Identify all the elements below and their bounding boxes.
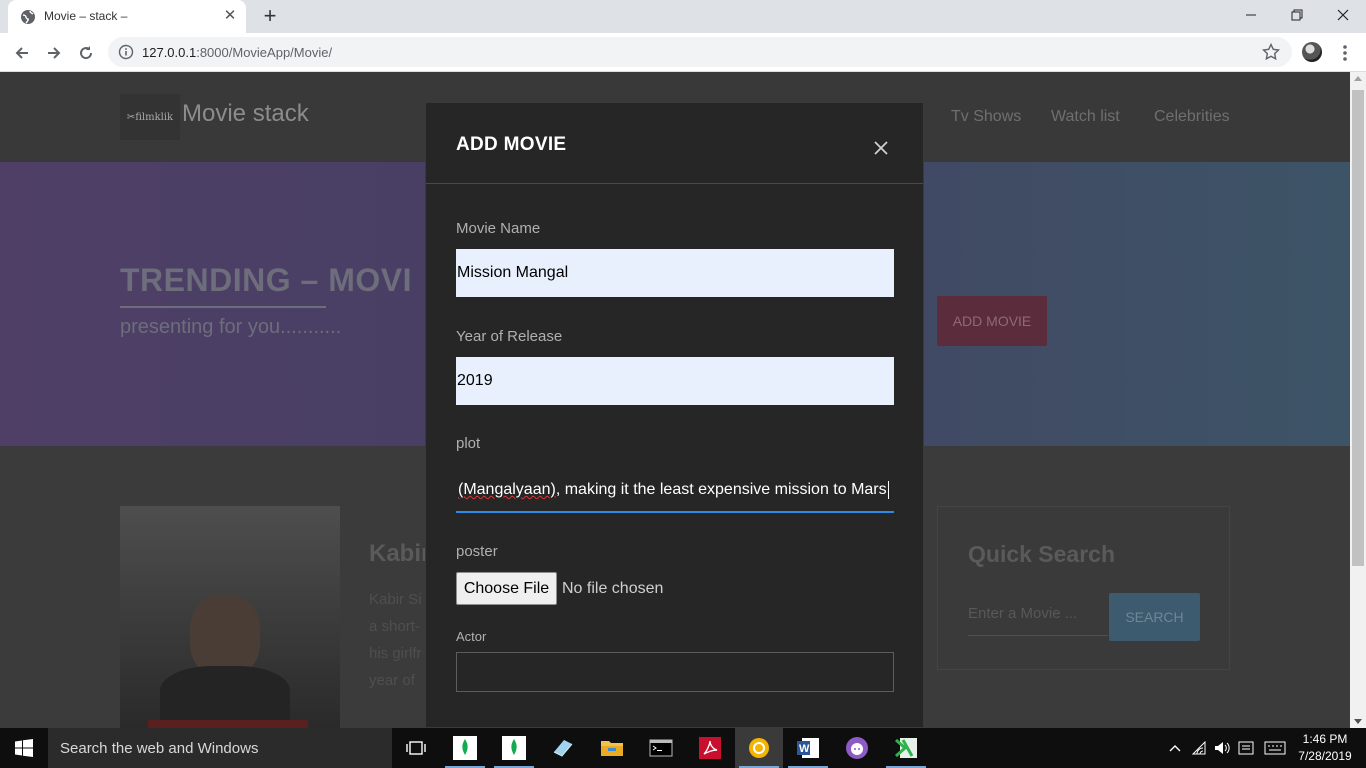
- mongodb-icon[interactable]: [441, 728, 489, 768]
- new-tab-icon[interactable]: +: [258, 4, 282, 28]
- notifications-icon[interactable]: [1236, 738, 1256, 758]
- site-title[interactable]: Movie stack: [182, 100, 309, 128]
- tray-chevron-icon[interactable]: [1166, 738, 1184, 758]
- hero-underline: [120, 306, 326, 308]
- text-caret: [887, 481, 889, 499]
- reload-icon[interactable]: [74, 41, 98, 65]
- bookmark-star-icon[interactable]: [1262, 43, 1280, 61]
- tab-close-icon[interactable]: ✕: [222, 7, 238, 25]
- movie-description: Kabir Si a short- his girlfr year of: [369, 591, 422, 689]
- movie-title[interactable]: Kabir: [369, 540, 430, 568]
- quick-search-title: Quick Search: [968, 541, 1116, 567]
- excel-icon[interactable]: [882, 728, 930, 768]
- svg-text:W: W: [799, 743, 810, 755]
- movie-name-label: Movie Name: [456, 220, 541, 237]
- app-icon[interactable]: [539, 728, 587, 768]
- url-text: 127.0.0.1:8000/MovieApp/Movie/: [142, 45, 333, 60]
- search-button[interactable]: SEARCH: [1109, 593, 1200, 641]
- github-desktop-icon[interactable]: [833, 728, 881, 768]
- forward-icon[interactable]: [42, 41, 66, 65]
- site-logo[interactable]: ✂ filmklik: [120, 94, 180, 140]
- modal-title: ADD MOVIE: [456, 134, 567, 155]
- choose-file-button[interactable]: Choose File: [456, 572, 557, 605]
- file-status: No file chosen: [562, 580, 664, 597]
- close-window-icon[interactable]: [1320, 0, 1366, 30]
- scroll-down-icon[interactable]: [1354, 719, 1362, 724]
- plot-text: , making it the least expensive mission …: [555, 481, 887, 498]
- address-bar[interactable]: 127.0.0.1:8000/MovieApp/Movie/: [108, 37, 1292, 67]
- year-label: Year of Release: [456, 328, 563, 345]
- profile-avatar[interactable]: [1302, 42, 1322, 62]
- plot-misspelled-word: (Mangalyaan): [458, 481, 556, 498]
- plot-label: plot: [456, 435, 481, 452]
- tab-title: Movie – stack –: [44, 9, 128, 23]
- info-icon[interactable]: [118, 44, 134, 60]
- restore-icon[interactable]: [1274, 0, 1320, 30]
- hero-title: TRENDING – MOVI: [120, 262, 412, 298]
- command-prompt-icon[interactable]: [637, 728, 685, 768]
- hero-subtitle: presenting for you...........: [120, 316, 342, 338]
- taskbar-clock[interactable]: 1:46 PM 7/28/2019: [1290, 731, 1360, 765]
- nav-celebrities[interactable]: Celebrities: [1154, 108, 1230, 126]
- poster-label: poster: [456, 543, 498, 560]
- movie-poster-image[interactable]: [120, 506, 340, 728]
- quick-search-input[interactable]: Enter a Movie ...: [968, 605, 1077, 622]
- word-icon[interactable]: W: [784, 728, 832, 768]
- back-icon[interactable]: [10, 41, 34, 65]
- volume-icon[interactable]: [1213, 738, 1233, 758]
- browser-tab-strip: Movie – stack – ✕ +: [0, 0, 1366, 33]
- windows-taskbar: Search the web and Windows W 1:46 PM 7/2…: [0, 728, 1366, 768]
- browser-toolbar: 127.0.0.1:8000/MovieApp/Movie/: [0, 33, 1366, 72]
- task-view-icon[interactable]: [392, 728, 440, 768]
- wifi-icon[interactable]: [1190, 738, 1212, 758]
- file-explorer-icon[interactable]: [588, 728, 636, 768]
- minimize-icon[interactable]: [1228, 0, 1274, 30]
- actor-label: Actor: [456, 629, 487, 644]
- add-movie-modal: ADD MOVIE Movie Name Mission Mangal Year…: [425, 102, 924, 728]
- actor-input[interactable]: [456, 652, 894, 692]
- globe-icon: [21, 10, 35, 24]
- windows-start-icon[interactable]: [0, 728, 48, 768]
- modal-header: ADD MOVIE: [426, 103, 923, 184]
- scroll-thumb[interactable]: [1352, 90, 1364, 566]
- browser-tab[interactable]: Movie – stack – ✕: [8, 0, 246, 33]
- mongodb-compass-icon[interactable]: [490, 728, 538, 768]
- chrome-icon[interactable]: [735, 728, 783, 768]
- add-movie-button[interactable]: ADD MOVIE: [937, 296, 1047, 346]
- nav-watch-list[interactable]: Watch list: [1051, 108, 1120, 126]
- plot-input[interactable]: (Mangalyaan), making it the least expens…: [456, 469, 894, 513]
- menu-kebab-icon[interactable]: [1337, 43, 1353, 63]
- page-scrollbar[interactable]: [1350, 72, 1366, 728]
- keyboard-icon[interactable]: [1262, 738, 1288, 758]
- acrobat-reader-icon[interactable]: [686, 728, 734, 768]
- taskbar-search-box[interactable]: Search the web and Windows: [48, 728, 392, 768]
- scroll-up-icon[interactable]: [1354, 76, 1362, 81]
- nav-tv-shows[interactable]: Tv Shows: [951, 108, 1021, 126]
- year-input[interactable]: 2019: [456, 357, 894, 405]
- movie-name-input[interactable]: Mission Mangal: [456, 249, 894, 297]
- close-icon[interactable]: [872, 139, 890, 157]
- quick-search-panel: Quick Search Enter a Movie ... SEARCH: [937, 506, 1230, 670]
